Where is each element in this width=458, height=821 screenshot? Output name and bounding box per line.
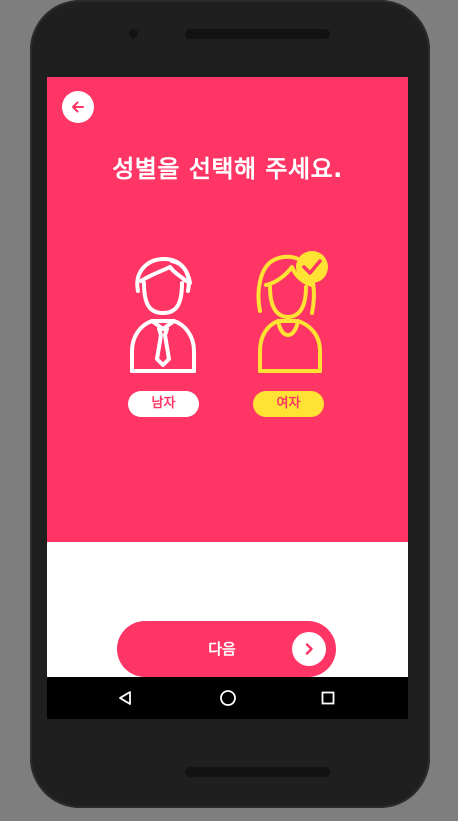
nav-back-triangle-icon [119, 691, 131, 705]
top-speaker [185, 29, 330, 39]
chevron-right-icon [305, 643, 313, 655]
next-circle [292, 632, 326, 666]
app-screen: 성별을 선택해 주세요. 남자 여자 다음 [47, 77, 408, 719]
arrow-left-icon [72, 101, 84, 113]
nav-recent-square-icon [321, 691, 335, 705]
front-camera [129, 29, 138, 38]
female-option-button[interactable]: 여자 [253, 391, 324, 417]
male-option-button[interactable]: 남자 [128, 391, 199, 417]
male-figure-button[interactable] [128, 255, 198, 375]
male-person-icon [130, 257, 196, 373]
page-title: 성별을 선택해 주세요. [112, 155, 343, 183]
nav-recent-button[interactable] [317, 687, 339, 709]
android-navigation-bar [47, 677, 408, 719]
gender-select-panel: 성별을 선택해 주세요. 남자 여자 [47, 77, 408, 542]
back-button[interactable] [62, 91, 94, 123]
nav-back-button[interactable] [114, 687, 136, 709]
nav-home-circle-icon [220, 690, 236, 706]
next-button[interactable]: 다음 [117, 621, 336, 677]
female-person-icon [256, 251, 328, 373]
bottom-speaker [185, 767, 330, 777]
nav-home-button[interactable] [217, 687, 239, 709]
female-figure-button[interactable] [254, 247, 334, 375]
